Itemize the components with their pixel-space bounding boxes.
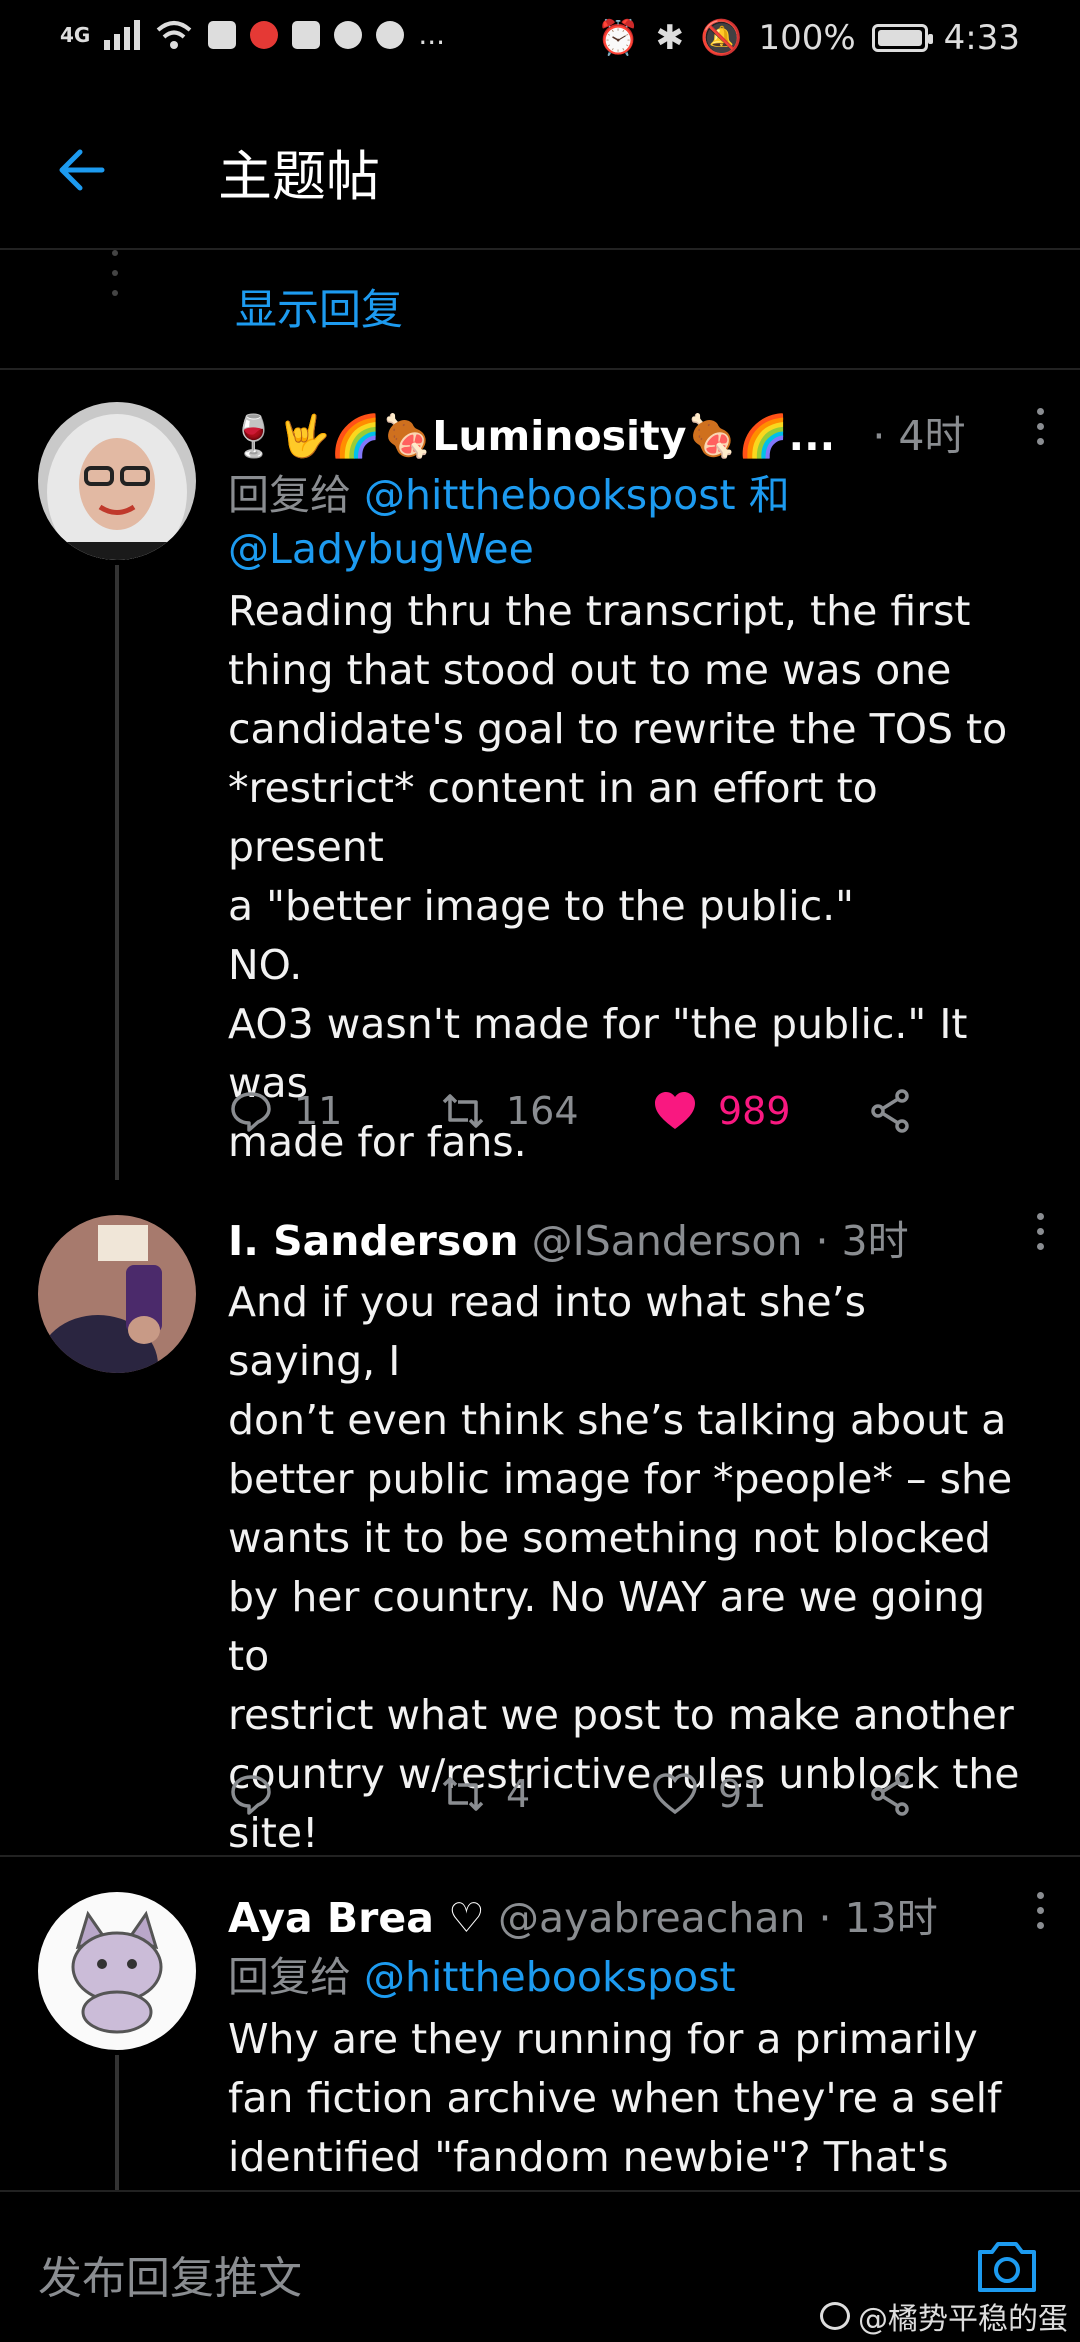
reply-icon bbox=[231, 1092, 271, 1132]
retweet-icon bbox=[442, 1094, 484, 1128]
clock: 4:33 bbox=[943, 18, 1020, 58]
avatar[interactable] bbox=[38, 1892, 196, 2050]
like-count: 91 bbox=[718, 1772, 767, 1816]
tweet-header: I. Sanderson @ISanderson · 3时 bbox=[228, 1207, 1020, 1267]
tweet-ayabrea[interactable]: Aya Brea ♡ @ayabreachan · 13时 回复给 @hitth… bbox=[0, 1870, 1080, 2240]
tweet-body: 🍷🤟🌈🍖Luminosity🍖🌈... · 4时 回复给 @hitthebook… bbox=[228, 402, 1020, 1172]
share-button[interactable] bbox=[868, 1771, 914, 1817]
tweet-sanderson[interactable]: I. Sanderson @ISanderson · 3时 And if you… bbox=[0, 1195, 1080, 1857]
avatar[interactable] bbox=[38, 1215, 196, 1373]
mute-icon: 🔕 bbox=[700, 18, 743, 58]
tweet-header: Aya Brea ♡ @ayabreachan · 13时 bbox=[228, 1884, 1020, 1944]
tweet-text: Reading thru the transcript, the first t… bbox=[228, 587, 1008, 1166]
share-icon bbox=[871, 1089, 909, 1133]
reply-to-line: 回复给 @hitthebookspost 和 @LadybugWee bbox=[228, 468, 1020, 576]
handle[interactable]: @ayabreachan bbox=[498, 1894, 805, 1942]
reply-count: 11 bbox=[294, 1089, 343, 1133]
top-app-bar: 主题帖 bbox=[0, 100, 1080, 250]
network-label: 4G bbox=[60, 22, 91, 47]
reply-button[interactable] bbox=[228, 1771, 294, 1817]
status-right: ⏰ ✱ 🔕 100% 4:33 bbox=[597, 18, 1020, 58]
watermark-text: @橘势平稳的蛋 bbox=[858, 2302, 1068, 2337]
reply-and: 和 bbox=[748, 471, 790, 519]
cat-app-icon bbox=[208, 20, 237, 49]
reply-prefix: 回复给 bbox=[228, 1953, 351, 2001]
like-count: 989 bbox=[718, 1089, 791, 1133]
more-options-icon[interactable] bbox=[1030, 1213, 1050, 1261]
timestamp: · 13时 bbox=[818, 1894, 938, 1942]
watermark: @橘势平稳的蛋 bbox=[820, 2294, 1068, 2338]
reply-input[interactable]: 发布回复推文 bbox=[38, 2242, 302, 2306]
thread-line bbox=[115, 2055, 119, 2190]
handle[interactable]: @ISanderson bbox=[532, 1217, 803, 1265]
retweet-icon bbox=[442, 1777, 484, 1811]
tweet-actions: 11 164 989 bbox=[228, 1088, 928, 1148]
status-bar: 4G ... ⏰ ✱ 🔕 100% 4:33 bbox=[0, 0, 1080, 80]
status-left: 4G ... bbox=[60, 18, 445, 51]
more-options-icon[interactable] bbox=[1030, 408, 1050, 456]
battery-icon bbox=[871, 24, 933, 52]
display-name[interactable]: I. Sanderson bbox=[228, 1217, 519, 1265]
signal-icon bbox=[104, 19, 141, 50]
wechat-icon bbox=[376, 20, 405, 49]
mention-link[interactable]: @hitthebookspost bbox=[364, 471, 736, 519]
display-name[interactable]: Aya Brea ♡ bbox=[228, 1894, 485, 1942]
upload-icon bbox=[292, 20, 321, 49]
search-app-icon bbox=[250, 20, 279, 49]
mention-link[interactable]: @LadybugWee bbox=[228, 525, 534, 573]
qq-icon bbox=[334, 20, 363, 49]
reply-icon bbox=[231, 1775, 271, 1815]
more-notifications: ... bbox=[418, 18, 446, 51]
thread-line bbox=[115, 565, 119, 1180]
battery-percent: 100% bbox=[758, 18, 856, 58]
camera-icon[interactable] bbox=[974, 2236, 1040, 2296]
like-button[interactable]: 91 bbox=[652, 1771, 766, 1817]
wifi-icon bbox=[157, 20, 192, 49]
reply-to-line: 回复给 @hitthebookspost bbox=[228, 1950, 1020, 2004]
alarm-icon: ⏰ bbox=[597, 18, 640, 58]
more-options-icon[interactable] bbox=[1030, 1892, 1050, 1940]
timestamp: · 4时 bbox=[872, 412, 966, 460]
display-name[interactable]: 🍷🤟🌈🍖Luminosity🍖🌈... bbox=[228, 412, 835, 460]
thread-connector bbox=[112, 250, 118, 330]
tweet-header: 🍷🤟🌈🍖Luminosity🍖🌈... · 4时 bbox=[228, 402, 1020, 462]
retweet-count: 4 bbox=[506, 1772, 531, 1816]
share-button[interactable] bbox=[868, 1088, 914, 1134]
reply-button[interactable]: 11 bbox=[228, 1088, 342, 1134]
tweet-body: I. Sanderson @ISanderson · 3时 And if you… bbox=[228, 1207, 1020, 1863]
share-icon bbox=[871, 1772, 909, 1816]
like-button[interactable]: 989 bbox=[652, 1088, 791, 1134]
weibo-icon bbox=[820, 2302, 850, 2330]
tweet-divider bbox=[0, 1855, 1080, 1857]
retweet-button[interactable]: 4 bbox=[440, 1771, 530, 1817]
back-arrow-icon[interactable] bbox=[52, 140, 112, 200]
tweet-actions: 4 91 bbox=[228, 1771, 928, 1831]
show-replies-row[interactable] bbox=[0, 250, 1080, 370]
heart-outline-icon bbox=[653, 1773, 697, 1815]
tweet-luminosity[interactable]: 🍷🤟🌈🍖Luminosity🍖🌈... · 4时 回复给 @hitthebook… bbox=[0, 370, 1080, 1180]
heart-filled-icon bbox=[655, 1092, 695, 1129]
show-replies-link[interactable]: 显示回复 bbox=[235, 276, 403, 337]
timestamp: · 3时 bbox=[815, 1217, 909, 1265]
bluetooth-icon: ✱ bbox=[655, 18, 685, 58]
page-title: 主题帖 bbox=[218, 145, 380, 208]
retweet-button[interactable]: 164 bbox=[440, 1088, 579, 1134]
retweet-count: 164 bbox=[506, 1089, 579, 1133]
avatar[interactable] bbox=[38, 402, 196, 560]
reply-prefix: 回复给 bbox=[228, 471, 351, 519]
mention-link[interactable]: @hitthebookspost bbox=[364, 1953, 736, 2001]
